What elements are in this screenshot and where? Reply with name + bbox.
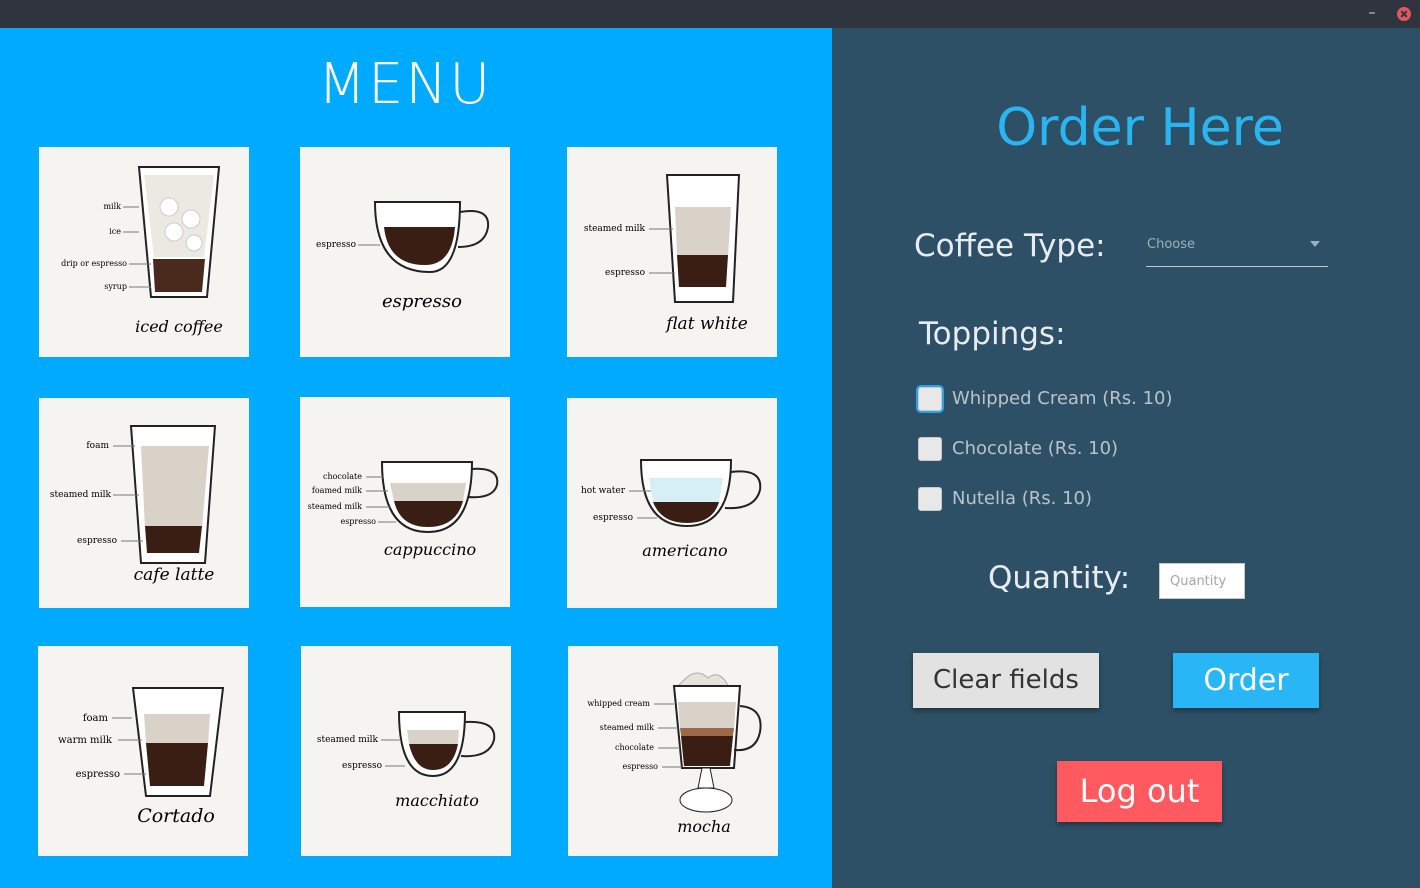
topping-label: Chocolate (Rs. 10) xyxy=(952,438,1119,459)
quantity-input[interactable]: Quantity xyxy=(1159,563,1245,599)
window-titlebar: – xyxy=(0,0,1420,28)
label-whipped-cream: whipped cream xyxy=(587,699,650,708)
order-title: Order Here xyxy=(996,98,1284,158)
label-milk: milk xyxy=(103,202,121,211)
label-ice: ice xyxy=(109,227,121,236)
chevron-down-icon xyxy=(1310,241,1320,247)
label-espresso: espresso xyxy=(342,761,382,771)
card-name: cafe latte xyxy=(134,565,215,585)
topping-label: Nutella (Rs. 10) xyxy=(952,488,1093,509)
label-steamed-milk: steamed milk xyxy=(50,490,112,500)
menu-card-macchiato[interactable]: steamed milk espresso macchiato xyxy=(301,646,511,856)
coffee-type-value: Choose xyxy=(1147,237,1195,252)
label-steamed-milk: steamed milk xyxy=(317,735,379,745)
label-steamed-milk: steamed milk xyxy=(600,723,655,732)
card-name: flat white xyxy=(664,314,748,334)
menu-card-iced-coffee[interactable]: milk ice drip or espresso syrup iced cof… xyxy=(39,147,249,357)
card-name: Cortado xyxy=(137,805,215,827)
label-warm-milk: warm milk xyxy=(58,735,113,746)
close-icon[interactable] xyxy=(1397,7,1411,21)
label-foam: foam xyxy=(83,713,109,724)
minimize-button[interactable]: – xyxy=(1364,4,1380,22)
label-espresso: espresso xyxy=(605,268,645,278)
checkbox[interactable] xyxy=(918,387,942,411)
label-foamed-milk: foamed milk xyxy=(312,486,362,495)
coffee-type-select[interactable]: Choose xyxy=(1146,230,1328,267)
checkbox[interactable] xyxy=(918,437,942,461)
toppings-label: Toppings: xyxy=(919,316,1066,352)
menu-card-cappuccino[interactable]: chocolate foamed milk steamed milk espre… xyxy=(300,397,510,607)
topping-label: Whipped Cream (Rs. 10) xyxy=(952,388,1173,409)
label-espresso: espresso xyxy=(316,240,356,250)
label-espresso: espresso xyxy=(77,536,117,546)
label-steamed-milk: steamed milk xyxy=(308,502,363,511)
menu-card-espresso[interactable]: espresso espresso xyxy=(300,147,510,357)
label-drip: drip or espresso xyxy=(61,259,127,268)
label-syrup: syrup xyxy=(104,282,127,291)
clear-fields-button[interactable]: Clear fields xyxy=(913,653,1099,708)
label-espresso: espresso xyxy=(622,762,658,771)
logout-button[interactable]: Log out xyxy=(1057,761,1222,822)
card-name: mocha xyxy=(677,817,731,836)
label-espresso: espresso xyxy=(340,517,376,526)
label-chocolate: chocolate xyxy=(323,472,362,481)
menu-card-americano[interactable]: hot water espresso americano xyxy=(567,398,777,608)
menu-title: MENU xyxy=(317,52,493,117)
menu-card-mocha[interactable]: whipped cream steamed milk chocolate esp… xyxy=(568,646,778,856)
label-foam: foam xyxy=(86,441,109,451)
card-name: espresso xyxy=(382,291,462,312)
card-name: cappuccino xyxy=(384,540,476,559)
label-espresso: espresso xyxy=(593,513,633,523)
checkbox[interactable] xyxy=(918,487,942,511)
card-name: americano xyxy=(642,541,727,560)
card-name: iced coffee xyxy=(135,317,223,336)
label-chocolate: chocolate xyxy=(615,743,654,752)
label-espresso: espresso xyxy=(76,769,120,780)
menu-card-flat-white[interactable]: steamed milk espresso flat white xyxy=(567,147,777,357)
menu-card-cafe-latte[interactable]: foam steamed milk espresso cafe latte xyxy=(39,398,249,608)
quantity-label: Quantity: xyxy=(988,560,1131,596)
order-button[interactable]: Order xyxy=(1173,653,1319,708)
card-name: macchiato xyxy=(395,791,479,810)
label-hot-water: hot water xyxy=(581,486,626,496)
label-steamed-milk: steamed milk xyxy=(584,224,646,234)
menu-card-cortado[interactable]: foam warm milk espresso Cortado xyxy=(38,646,248,856)
coffee-type-label: Coffee Type: xyxy=(914,228,1106,264)
